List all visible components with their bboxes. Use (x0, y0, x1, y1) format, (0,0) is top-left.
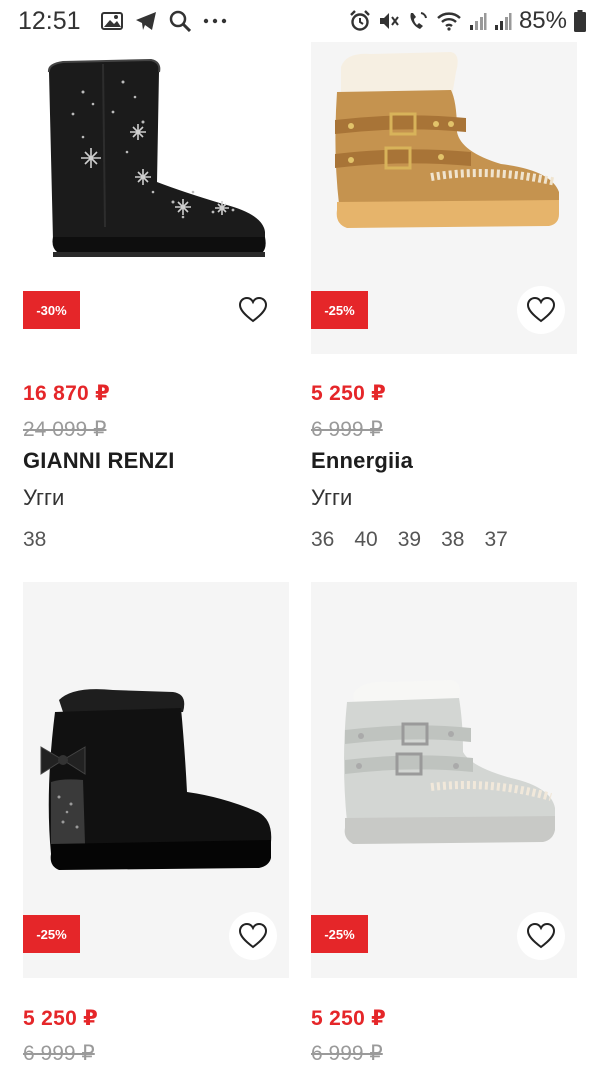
product-image[interactable]: -25% (23, 582, 289, 978)
product-image[interactable]: -30% (23, 42, 289, 354)
size-item: 36 (311, 528, 335, 551)
battery-percent: 85% (518, 7, 567, 34)
telegram-icon (135, 11, 157, 31)
size-item: 38 (23, 528, 47, 551)
size-list: 38 (23, 528, 46, 552)
signal-icon (469, 11, 487, 31)
product-card[interactable]: -25% 5 250 ₽ 6 999 ₽ (23, 582, 289, 1065)
product-category: Угги (23, 485, 65, 510)
mute-icon (378, 10, 400, 32)
discount-badge: -25% (311, 291, 368, 329)
search-icon (169, 10, 191, 32)
product-brand[interactable]: GIANNI RENZI (23, 448, 175, 474)
product-card[interactable]: -25% 5 250 ₽ 6 999 ₽ (311, 582, 577, 1065)
volte-icon (407, 10, 429, 32)
product-price: 5 250 ₽ (23, 1007, 99, 1030)
product-price: 16 870 ₽ (23, 382, 111, 405)
status-bar: 12:51 85% (0, 0, 600, 42)
product-price: 5 250 ₽ (311, 1007, 387, 1030)
size-item: 39 (397, 528, 422, 551)
product-old-price: 6 999 ₽ (23, 1042, 95, 1065)
product-image[interactable]: -25% (311, 582, 577, 978)
product-card[interactable]: -25% 5 250 ₽ 6 999 ₽ Ennergiia Угги 36 4… (311, 42, 577, 562)
product-category: Угги (311, 485, 353, 510)
status-time: 12:51 (18, 6, 81, 35)
size-item: 37 (484, 528, 508, 551)
more-icon (203, 17, 227, 25)
discount-badge: -25% (23, 915, 80, 953)
size-list: 36 40 39 38 37 (311, 528, 508, 552)
discount-badge: -30% (23, 291, 80, 329)
heart-icon[interactable] (229, 286, 277, 334)
product-brand[interactable]: Ennergiia (311, 448, 413, 474)
alarm-icon (349, 10, 371, 32)
signal-icon (494, 11, 512, 31)
product-image[interactable]: -25% (311, 42, 577, 354)
product-price: 5 250 ₽ (311, 382, 387, 405)
discount-badge: -25% (311, 915, 368, 953)
battery-icon (574, 10, 586, 32)
size-item: 38 (441, 528, 465, 551)
heart-icon[interactable] (517, 286, 565, 334)
heart-icon[interactable] (517, 912, 565, 960)
size-item: 40 (354, 528, 378, 551)
image-icon (100, 12, 123, 30)
product-old-price: 6 999 ₽ (311, 418, 383, 441)
product-old-price: 6 999 ₽ (311, 1042, 383, 1065)
heart-icon[interactable] (229, 912, 277, 960)
product-card[interactable]: -30% 16 870 ₽ 24 099 ₽ GIANNI RENZI Угги… (23, 42, 289, 562)
wifi-icon (436, 11, 462, 31)
product-old-price: 24 099 ₽ (23, 418, 107, 441)
